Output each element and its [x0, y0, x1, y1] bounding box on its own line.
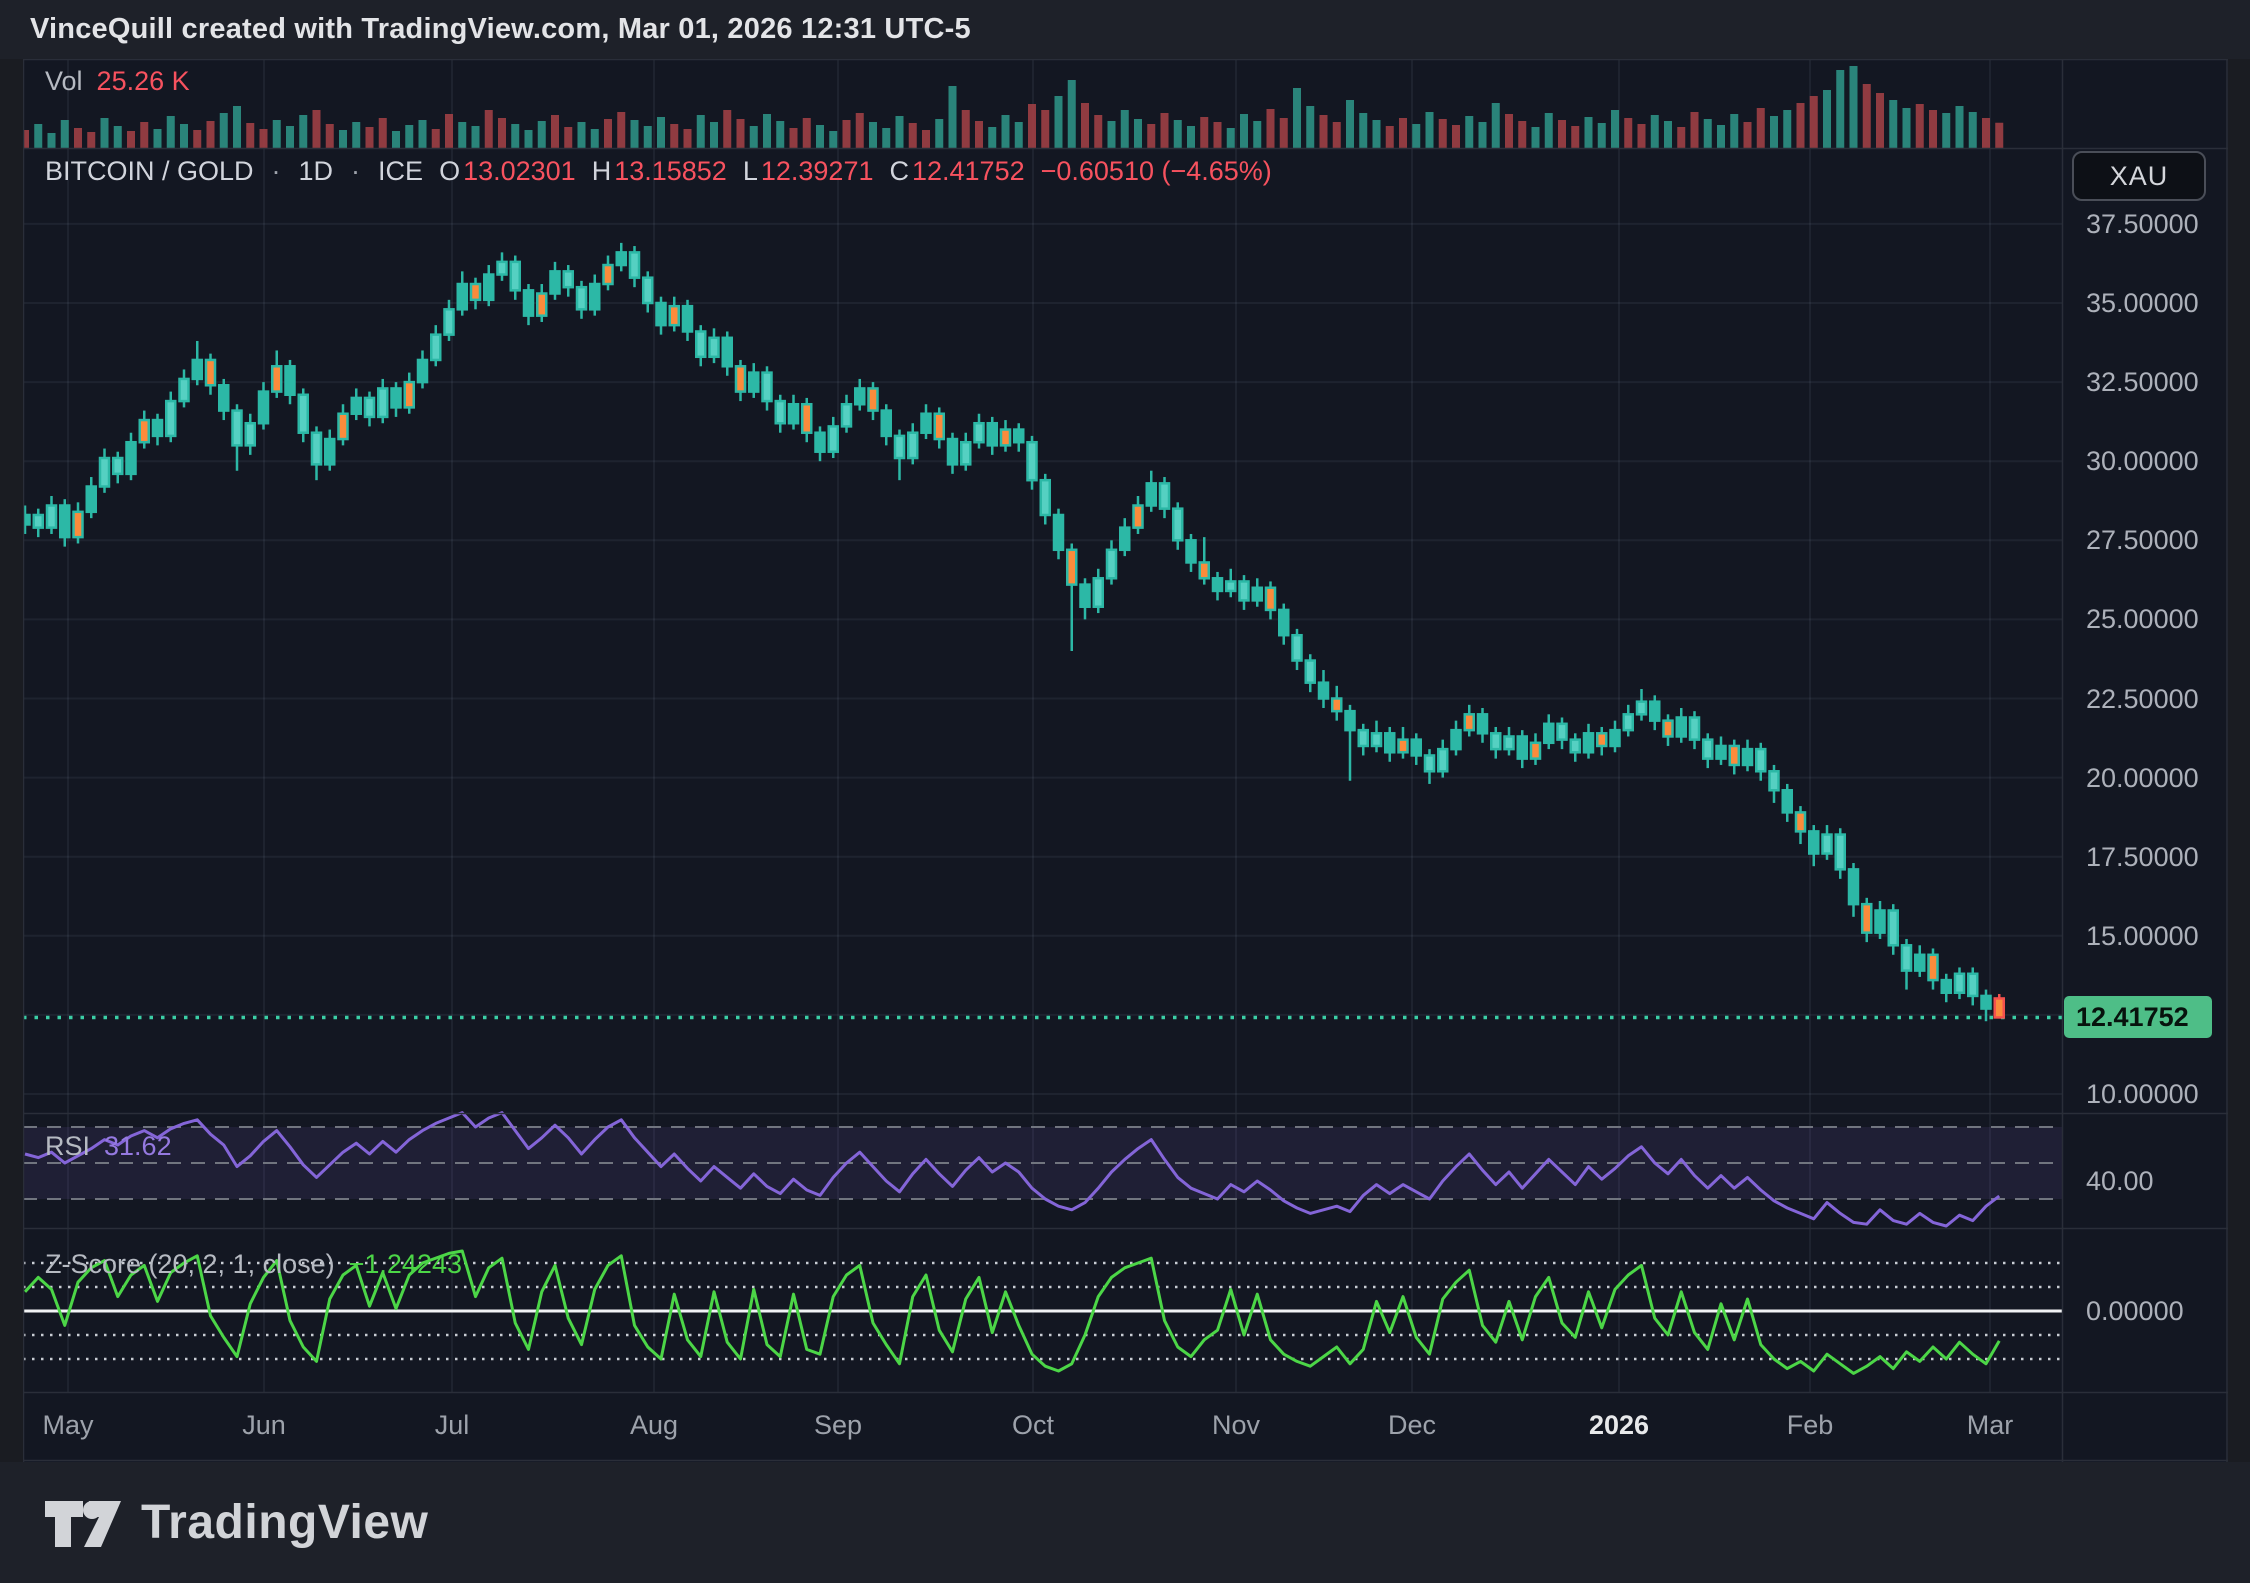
close-value-group: C12.41752 — [889, 156, 1024, 187]
high-letter: H — [592, 156, 612, 187]
attribution-text: VinceQuill created with TradingView.com,… — [30, 13, 971, 46]
rsi-legend: RSI 31.62 — [45, 1131, 172, 1162]
close-value: 12.41752 — [912, 156, 1025, 187]
zscore-value: −1.24243 — [349, 1249, 462, 1280]
open-value-group: O13.02301 — [439, 156, 576, 187]
attribution-bar: VinceQuill created with TradingView.com,… — [0, 0, 2250, 59]
low-value-group: L12.39271 — [743, 156, 874, 187]
change-value: −0.60510 (−4.65%) — [1041, 156, 1272, 187]
low-letter: L — [743, 156, 758, 187]
interval-label[interactable]: 1D — [299, 156, 334, 187]
rsi-pane — [23, 1127, 2062, 1199]
separator-dot: · — [272, 156, 281, 187]
rsi-value: 31.62 — [104, 1131, 172, 1162]
close-letter: C — [889, 156, 909, 187]
tradingview-wordmark[interactable]: TradingView — [141, 1495, 428, 1550]
symbol-name[interactable]: BITCOIN / GOLD — [45, 156, 254, 187]
exchange-label: ICE — [378, 156, 423, 187]
high-value: 13.15852 — [614, 156, 727, 187]
volume-bars — [23, 66, 2003, 148]
footer-bar: TradingView — [0, 1462, 2250, 1583]
volume-label: Vol — [45, 66, 83, 97]
low-value: 12.39271 — [761, 156, 874, 187]
zscore-label: Z-Score (20, 2, 1, close) — [45, 1249, 335, 1280]
volume-value: 25.26 K — [97, 66, 190, 97]
candlesticks — [23, 243, 2004, 1021]
open-value: 13.02301 — [463, 156, 576, 187]
volume-legend: Vol 25.26 K — [45, 66, 190, 97]
last-price-badge: 12.41752 — [2064, 996, 2212, 1038]
symbol-legend[interactable]: BITCOIN / GOLD · 1D · ICE O13.02301 H13.… — [45, 156, 1272, 187]
separator-dot: · — [351, 156, 360, 187]
rsi-label: RSI — [45, 1131, 90, 1162]
tradingview-logo-icon[interactable] — [45, 1491, 123, 1555]
open-letter: O — [439, 156, 460, 187]
high-value-group: H13.15852 — [592, 156, 727, 187]
currency-unit-button[interactable]: XAU — [2072, 151, 2206, 201]
zscore-legend: Z-Score (20, 2, 1, close) −1.24243 — [45, 1249, 462, 1280]
